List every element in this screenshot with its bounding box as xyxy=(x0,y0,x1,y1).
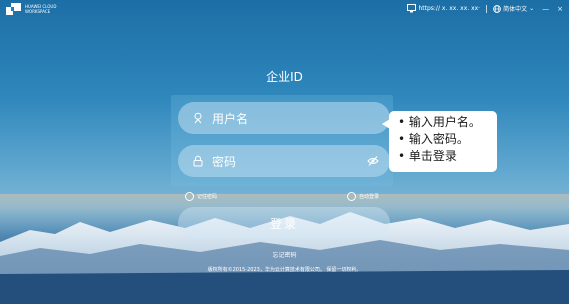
auto-login-label: 自动登录 xyxy=(359,194,380,200)
forgot-password-link[interactable]: 忘记密码 xyxy=(0,250,569,259)
language-selector[interactable]: 简体中文 xyxy=(503,4,527,13)
logo-icon xyxy=(6,3,21,15)
top-bar: HUAWEI CLOUD WORKSPACE https:// x. xx. x… xyxy=(0,0,569,20)
globe-icon[interactable] xyxy=(493,4,501,13)
username-field[interactable]: 用户名 xyxy=(178,102,390,134)
checkbox-circle[interactable] xyxy=(347,192,356,201)
server-address-icon[interactable] xyxy=(407,4,417,13)
copyright-text: 版权所有©2015-2023，华为云计算技术有限公司。 保留一切权利。 xyxy=(207,267,362,273)
remember-password-label: 记住密码 xyxy=(197,194,218,200)
lock-icon xyxy=(192,155,204,167)
auto-login-checkbox[interactable]: 自动登录 xyxy=(347,192,379,201)
hide-password-icon[interactable] xyxy=(367,155,379,167)
tooltip-line: • 单击登录 xyxy=(398,149,457,163)
tooltip-line: • 输入密码。 xyxy=(398,132,469,146)
server-url[interactable]: https:// x. xx. xx. xx· xyxy=(418,5,480,12)
instruction-tooltip: • 输入用户名。 • 输入密码。 • 单击登录 xyxy=(382,111,497,172)
page-title: 企业ID xyxy=(266,70,303,84)
chevron-down-icon[interactable]: ⌄ xyxy=(529,5,534,12)
checkbox-circle[interactable] xyxy=(185,192,194,201)
password-placeholder: 密码 xyxy=(212,154,237,169)
brand-logo: HUAWEI CLOUD WORKSPACE xyxy=(6,3,56,15)
password-field[interactable]: 密码 xyxy=(178,145,390,177)
minimize-button[interactable]: — xyxy=(542,5,549,13)
remember-password-checkbox[interactable]: 记住密码 xyxy=(185,192,217,201)
divider xyxy=(486,4,488,13)
logo-text: HUAWEI CLOUD WORKSPACE xyxy=(25,4,56,14)
tooltip-line: • 输入用户名。 xyxy=(398,115,481,129)
username-placeholder: 用户名 xyxy=(212,111,249,126)
top-right-controls: https:// x. xx. xx. xx· 简体中文 ⌄ — × xyxy=(407,4,563,13)
user-icon xyxy=(192,112,204,124)
login-button[interactable]: 登录 xyxy=(178,207,390,239)
close-button[interactable]: × xyxy=(557,5,563,13)
logo-line2: WORKSPACE xyxy=(25,9,51,14)
